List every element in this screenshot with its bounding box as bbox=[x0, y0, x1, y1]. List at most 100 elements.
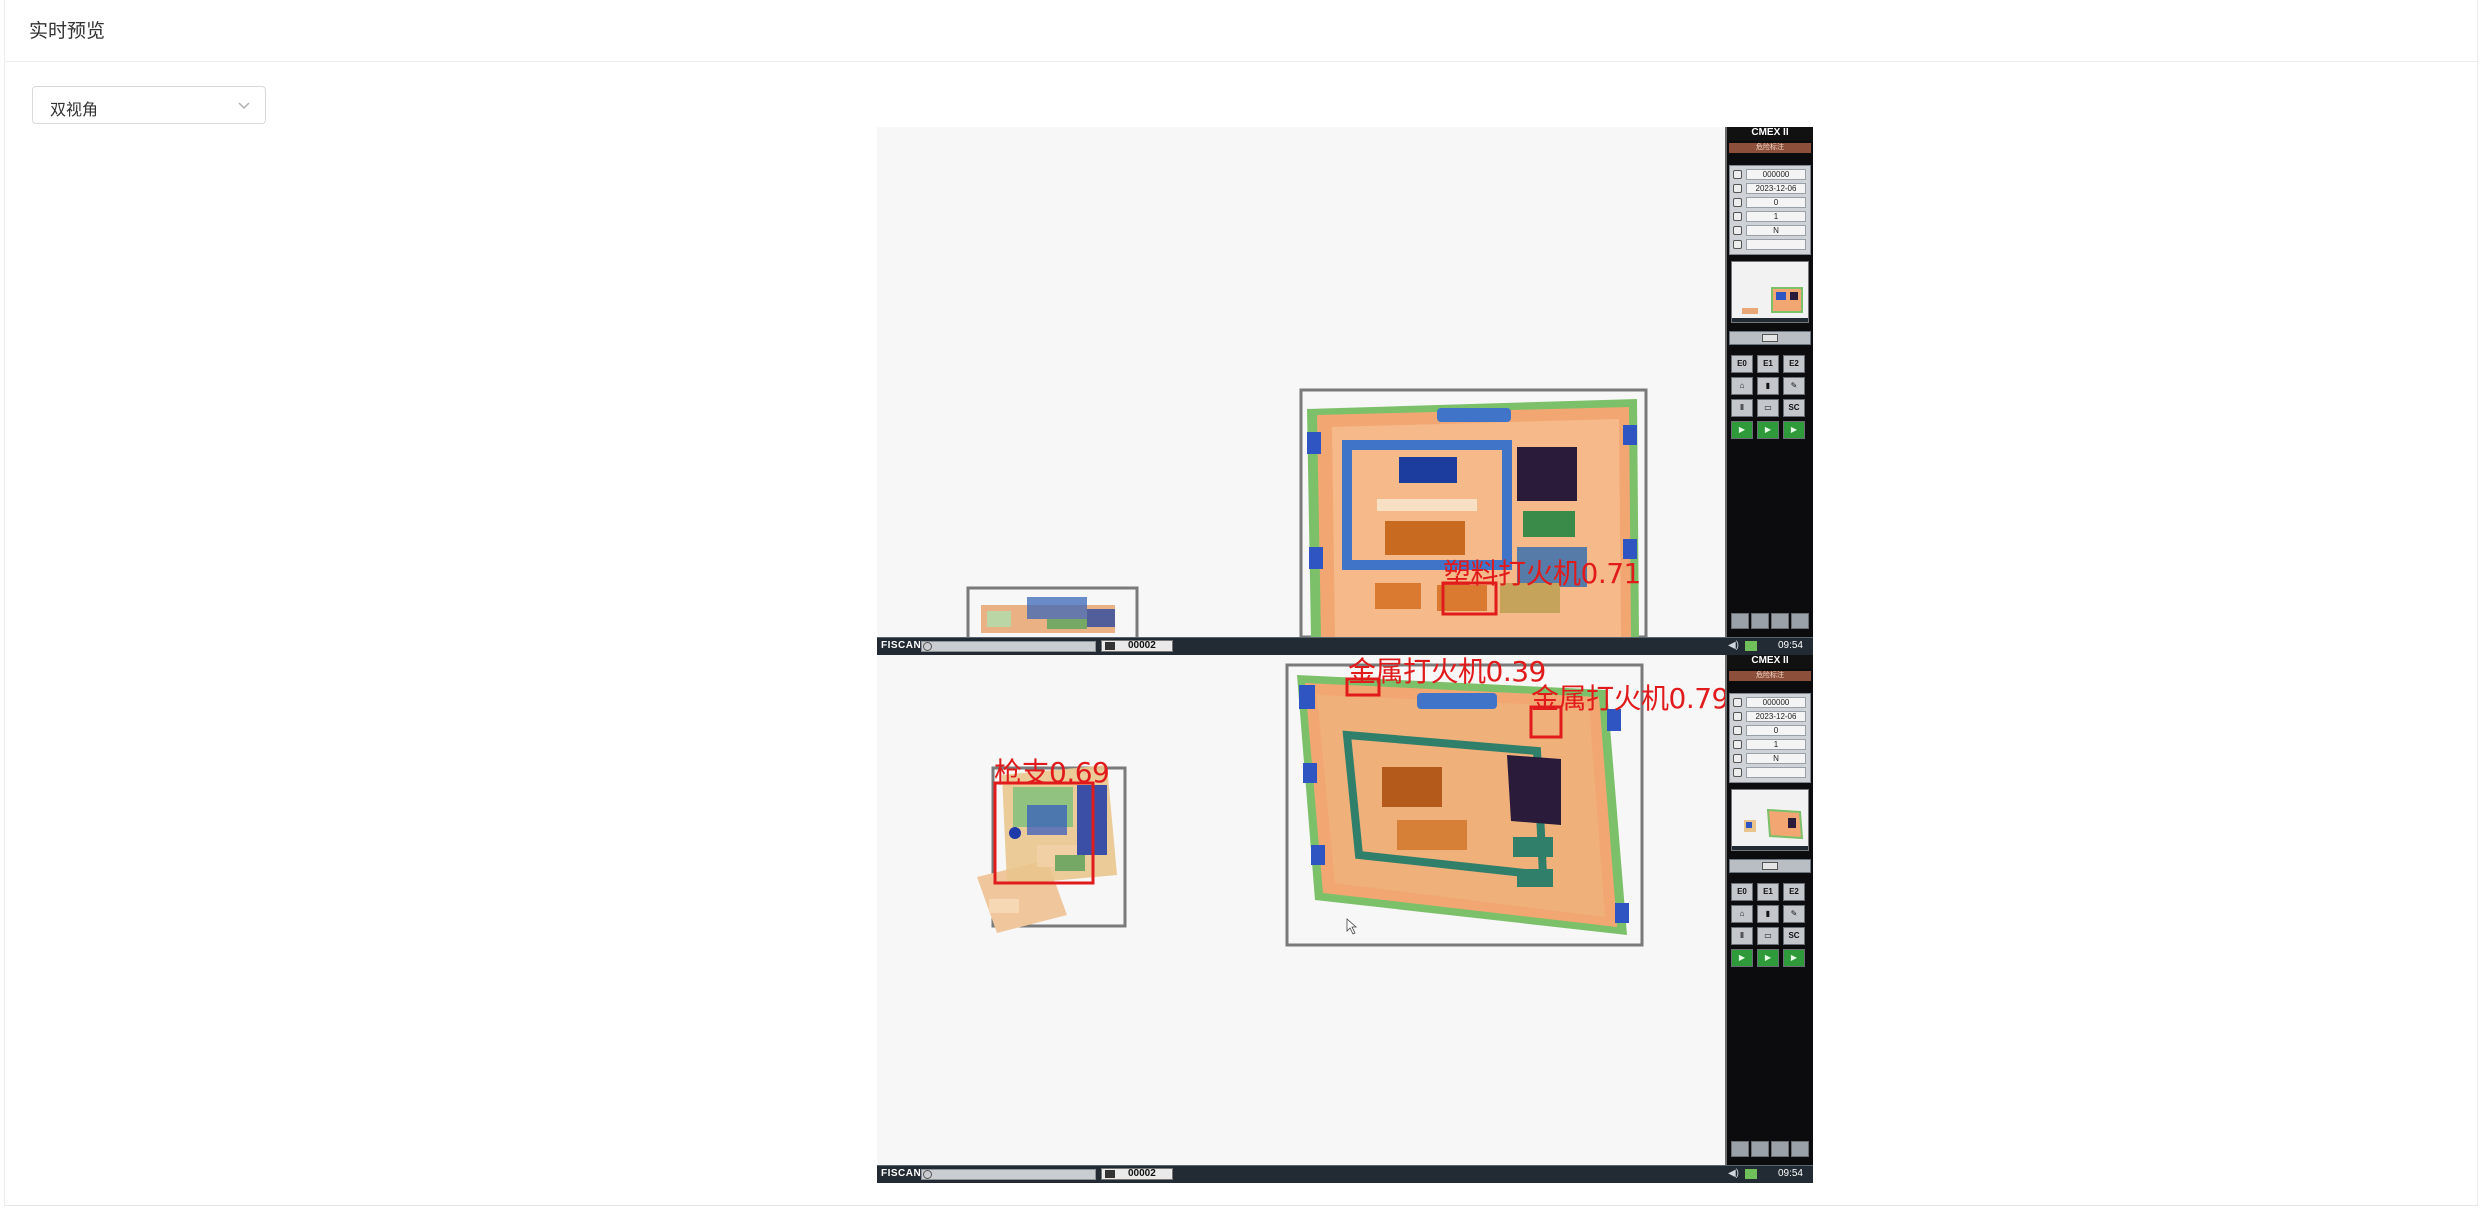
clock: 09:54 bbox=[1777, 640, 1803, 651]
info-panel: 000000 2023-12-06 0 1 N bbox=[1729, 165, 1811, 255]
small-button[interactable] bbox=[1771, 613, 1789, 629]
scan-progress-track[interactable] bbox=[921, 641, 1096, 652]
page-header: 实时预览 bbox=[5, 0, 2477, 62]
monitor-icon[interactable]: ▭ bbox=[1757, 927, 1779, 945]
device-title: CMEX II bbox=[1727, 655, 1813, 669]
chevron-down-icon bbox=[238, 102, 250, 110]
book-icon[interactable]: ▮ bbox=[1757, 377, 1779, 395]
view-mode-value: 双视角 bbox=[50, 102, 99, 119]
scan-progress-track[interactable] bbox=[921, 1169, 1096, 1180]
book-icon[interactable]: ▮ bbox=[1757, 905, 1779, 923]
page-title: 实时预览 bbox=[29, 21, 106, 42]
home-icon[interactable]: ⌂ bbox=[1731, 377, 1753, 395]
info-value: 000000 bbox=[1746, 169, 1806, 180]
speaker-icon[interactable]: ◀) bbox=[1728, 640, 1739, 651]
status-bar: FISCAN 00002 ◀) 09:54 bbox=[877, 1165, 1813, 1183]
small-button[interactable] bbox=[1771, 1141, 1789, 1157]
tool-icon[interactable]: ✎ bbox=[1783, 905, 1805, 923]
small-button[interactable] bbox=[1791, 613, 1809, 629]
e2-button[interactable]: E2 bbox=[1783, 883, 1805, 901]
e0-button[interactable]: E0 bbox=[1731, 355, 1753, 373]
info-value: 000000 bbox=[1746, 697, 1806, 708]
info-value: N bbox=[1746, 753, 1806, 764]
forward-icon[interactable]: ▶ bbox=[1757, 949, 1779, 967]
detection-label: 金属打火机0.79 bbox=[1531, 682, 1725, 715]
pause-icon[interactable]: ǁ bbox=[1731, 399, 1753, 417]
next-icon[interactable]: ▶ bbox=[1783, 949, 1805, 967]
small-button[interactable] bbox=[1751, 613, 1769, 629]
contrast-slider[interactable] bbox=[1729, 859, 1811, 873]
info-row: 1 bbox=[1730, 738, 1810, 751]
small-button[interactable] bbox=[1731, 1141, 1749, 1157]
xray-scan-image: 金属打火机0.39 金属打火机0.79 枪支0.69 bbox=[877, 655, 1725, 1165]
side-panel: CMEX II 危险标注 000000 2023-12-06 0 1 N E0 … bbox=[1725, 655, 1813, 1165]
play-icon[interactable]: ▶ bbox=[1731, 949, 1753, 967]
pause-icon[interactable]: ǁ bbox=[1731, 927, 1753, 945]
bag-counter: 00002 bbox=[1128, 1168, 1156, 1179]
info-value bbox=[1746, 767, 1806, 778]
info-row: 2023-12-06 bbox=[1730, 710, 1810, 723]
user-icon bbox=[1733, 698, 1742, 707]
contrast-slider[interactable] bbox=[1729, 331, 1811, 345]
zoom-icon bbox=[1733, 212, 1742, 221]
view-icon bbox=[1733, 226, 1742, 235]
sc-button[interactable]: SC bbox=[1783, 927, 1805, 945]
status-bar: FISCAN 00002 ◀) 09:54 bbox=[877, 637, 1813, 655]
copy-icon bbox=[1733, 726, 1742, 735]
slider-knob[interactable] bbox=[1762, 334, 1778, 342]
bag-icon bbox=[1105, 642, 1115, 650]
clock-icon bbox=[1733, 768, 1742, 777]
e0-button[interactable]: E0 bbox=[1731, 883, 1753, 901]
detection-label: 金属打火机0.39 bbox=[1348, 655, 1546, 688]
detection-label: 枪支0.69 bbox=[994, 756, 1110, 789]
xray-view-bottom: 金属打火机0.39 金属打火机0.79 枪支0.69 FISCAN 00002 … bbox=[877, 655, 1813, 1183]
forward-icon[interactable]: ▶ bbox=[1757, 421, 1779, 439]
xray-viewer: 塑料打火机0.71 FISCAN 00002 ◀) 09:54 CMEX II … bbox=[877, 127, 1813, 1183]
view-mode-select[interactable]: 双视角 bbox=[32, 86, 266, 124]
reset-icon[interactable] bbox=[923, 642, 932, 651]
network-icon bbox=[1745, 641, 1757, 651]
info-value: 1 bbox=[1746, 739, 1806, 750]
info-row bbox=[1730, 766, 1810, 779]
bottom-buttons bbox=[1731, 1141, 1811, 1159]
small-button[interactable] bbox=[1791, 1141, 1809, 1157]
monitor-icon[interactable]: ▭ bbox=[1757, 399, 1779, 417]
xray-view-top: 塑料打火机0.71 FISCAN 00002 ◀) 09:54 CMEX II … bbox=[877, 127, 1813, 655]
thumbnail-preview[interactable] bbox=[1731, 789, 1809, 851]
calendar-icon bbox=[1733, 712, 1742, 721]
info-value: N bbox=[1746, 225, 1806, 236]
info-value: 1 bbox=[1746, 211, 1806, 222]
bag-icon bbox=[1105, 1170, 1115, 1178]
brand-label: FISCAN bbox=[881, 640, 922, 651]
speaker-icon[interactable]: ◀) bbox=[1728, 1168, 1739, 1179]
info-row: 000000 bbox=[1730, 168, 1810, 181]
small-button[interactable] bbox=[1731, 613, 1749, 629]
info-row bbox=[1730, 238, 1810, 251]
e1-button[interactable]: E1 bbox=[1757, 883, 1779, 901]
info-row: N bbox=[1730, 224, 1810, 237]
mode-label: 危险标注 bbox=[1729, 143, 1811, 153]
network-icon bbox=[1745, 1169, 1757, 1179]
view-icon bbox=[1733, 754, 1742, 763]
home-icon[interactable]: ⌂ bbox=[1731, 905, 1753, 923]
play-icon[interactable]: ▶ bbox=[1731, 421, 1753, 439]
sc-button[interactable]: SC bbox=[1783, 399, 1805, 417]
info-value: 0 bbox=[1746, 725, 1806, 736]
info-value: 2023-12-06 bbox=[1746, 183, 1806, 194]
reset-icon[interactable] bbox=[923, 1170, 932, 1179]
next-icon[interactable]: ▶ bbox=[1783, 421, 1805, 439]
e1-button[interactable]: E1 bbox=[1757, 355, 1779, 373]
copy-icon bbox=[1733, 198, 1742, 207]
bag-counter: 00002 bbox=[1128, 640, 1156, 651]
device-title: CMEX II bbox=[1727, 127, 1813, 141]
slider-knob[interactable] bbox=[1762, 862, 1778, 870]
detection-label: 塑料打火机0.71 bbox=[1443, 557, 1641, 590]
info-row: 000000 bbox=[1730, 696, 1810, 709]
thumbnail-preview[interactable] bbox=[1731, 261, 1809, 323]
clock: 09:54 bbox=[1777, 1168, 1803, 1179]
info-row: 2023-12-06 bbox=[1730, 182, 1810, 195]
small-button[interactable] bbox=[1751, 1141, 1769, 1157]
e2-button[interactable]: E2 bbox=[1783, 355, 1805, 373]
tool-icon[interactable]: ✎ bbox=[1783, 377, 1805, 395]
mode-label: 危险标注 bbox=[1729, 671, 1811, 681]
